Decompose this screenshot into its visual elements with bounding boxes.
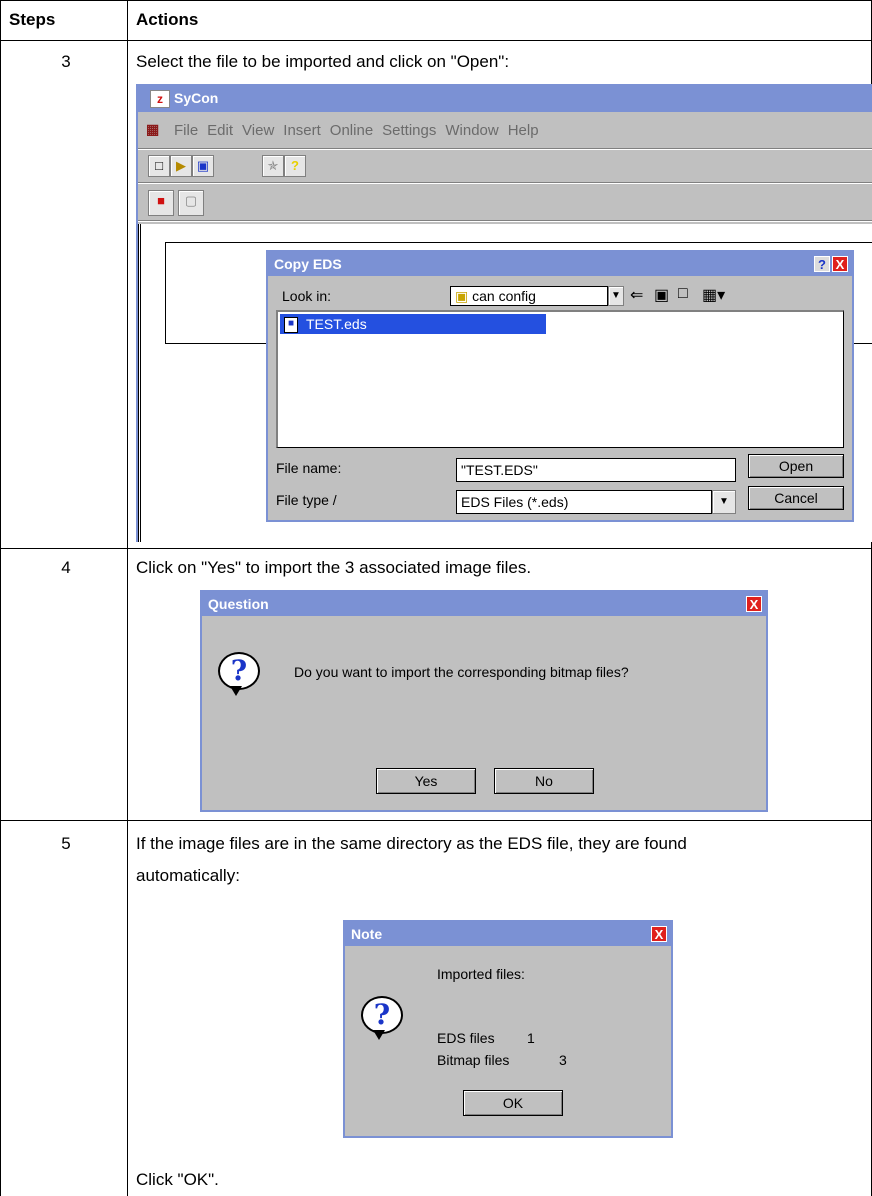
new-folder-icon[interactable]: □ [678, 285, 688, 303]
step-4-text: Click on "Yes" to import the 3 associate… [136, 558, 532, 577]
sycon-titlebar: SyCon [138, 84, 872, 112]
note-bubble-tail [373, 1030, 385, 1040]
question-dialog: Question X ? Do you want to import the c… [200, 590, 768, 812]
menu-edit[interactable]: Edit [207, 122, 233, 139]
step-number-5: 5 [61, 834, 71, 853]
sycon-menubar: File Edit View Insert Online Settings Window He… [174, 122, 548, 139]
sycon-app-icon: z [150, 90, 170, 108]
menu-file[interactable]: File [174, 122, 198, 139]
copy-eds-title: Copy EDS [274, 256, 342, 272]
import-device-icon[interactable]: ■ [148, 190, 174, 216]
question-message: Do you want to import the corresponding … [294, 664, 629, 680]
walk-figure-icon[interactable]: ✯ [262, 155, 284, 177]
header-steps: Steps [9, 10, 56, 29]
note-close-button[interactable]: X [651, 926, 667, 942]
note-title: Note [351, 926, 383, 942]
toolbar-separator [138, 182, 872, 184]
menu-view[interactable]: View [242, 122, 274, 139]
eds-file-icon: ■ [284, 317, 298, 333]
question-mark-icon: ? [218, 652, 260, 690]
sycon-title: SyCon [174, 90, 219, 106]
file-name-input[interactable]: "TEST.EDS" [456, 458, 736, 482]
cancel-button[interactable]: Cancel [748, 486, 844, 510]
bitmap-files-count: 3 [559, 1052, 567, 1068]
imported-files-label: Imported files: [437, 966, 525, 982]
menu-online[interactable]: Online [330, 122, 373, 139]
chevron-down-icon[interactable]: ▼ [608, 286, 624, 306]
look-in-label: Look in: [282, 288, 332, 304]
question-title: Question [208, 596, 269, 612]
ok-button[interactable]: OK [463, 1090, 563, 1116]
yes-button[interactable]: Yes [376, 768, 476, 794]
header-actions: Actions [136, 10, 199, 29]
view-menu-icon[interactable]: ▦▾ [702, 285, 725, 305]
step-5-text-line1: If the image files are in the same direc… [136, 834, 687, 853]
export-device-icon[interactable]: ▢ [178, 190, 204, 216]
file-type-chevron-down-icon[interactable]: ▼ [712, 490, 736, 514]
question-titlebar: Question [202, 592, 766, 616]
open-button[interactable]: Open [748, 454, 844, 478]
file-type-select[interactable]: EDS Files (*.eds) [456, 490, 712, 514]
no-button[interactable]: No [494, 768, 594, 794]
menu-insert[interactable]: Insert [283, 122, 321, 139]
look-in-value: can config [472, 288, 536, 304]
file-list-item[interactable]: ■ TEST.eds [280, 314, 546, 334]
eds-files-count: 1 [527, 1030, 535, 1046]
sycon-menu-icon: ▦ [146, 121, 160, 137]
folder-icon: ▣ [455, 288, 469, 304]
step-number-3: 3 [61, 52, 71, 71]
note-dialog: Note X ? Imported files: EDS files 1 Bit… [343, 920, 673, 1138]
copy-eds-dialog: Copy EDS ? X Look in: ▣ can config ▼ ⇐ ▣… [266, 250, 854, 522]
note-titlebar: Note [345, 922, 671, 946]
save-disk-icon[interactable]: ▣ [192, 155, 214, 177]
open-folder-icon[interactable]: ▶ [170, 155, 192, 177]
menu-help[interactable]: Help [508, 122, 539, 139]
step-5-text-line2: automatically: [136, 866, 240, 885]
menu-settings[interactable]: Settings [382, 122, 436, 139]
step-number-4: 4 [61, 558, 71, 577]
note-question-icon: ? [361, 996, 403, 1034]
up-folder-icon[interactable]: ▣ [654, 285, 669, 305]
new-file-icon[interactable]: □ [148, 155, 170, 177]
dialog-close-button[interactable]: X [832, 256, 848, 272]
copy-eds-titlebar: Copy EDS [268, 252, 852, 276]
file-list[interactable]: ■ TEST.eds [276, 310, 844, 448]
file-type-label: File type / [276, 492, 337, 508]
dialog-help-button[interactable]: ? [814, 256, 830, 272]
step-5-footer: Click "OK". [136, 1170, 219, 1189]
look-in-select[interactable]: ▣ can config [450, 286, 608, 306]
eds-files-label: EDS files [437, 1030, 495, 1046]
question-close-button[interactable]: X [746, 596, 762, 612]
back-arrow-icon[interactable]: ⇐ [630, 285, 643, 305]
toolbar2-separator [138, 220, 872, 222]
menubar-separator [138, 148, 872, 150]
help-question-icon[interactable]: ? [284, 155, 306, 177]
question-bubble-tail [230, 686, 242, 696]
step-3-text: Select the file to be imported and click… [136, 52, 510, 71]
file-name: TEST.eds [306, 316, 367, 332]
menu-window[interactable]: Window [445, 122, 498, 139]
bitmap-files-label: Bitmap files [437, 1052, 510, 1068]
file-name-label: File name: [276, 460, 342, 476]
